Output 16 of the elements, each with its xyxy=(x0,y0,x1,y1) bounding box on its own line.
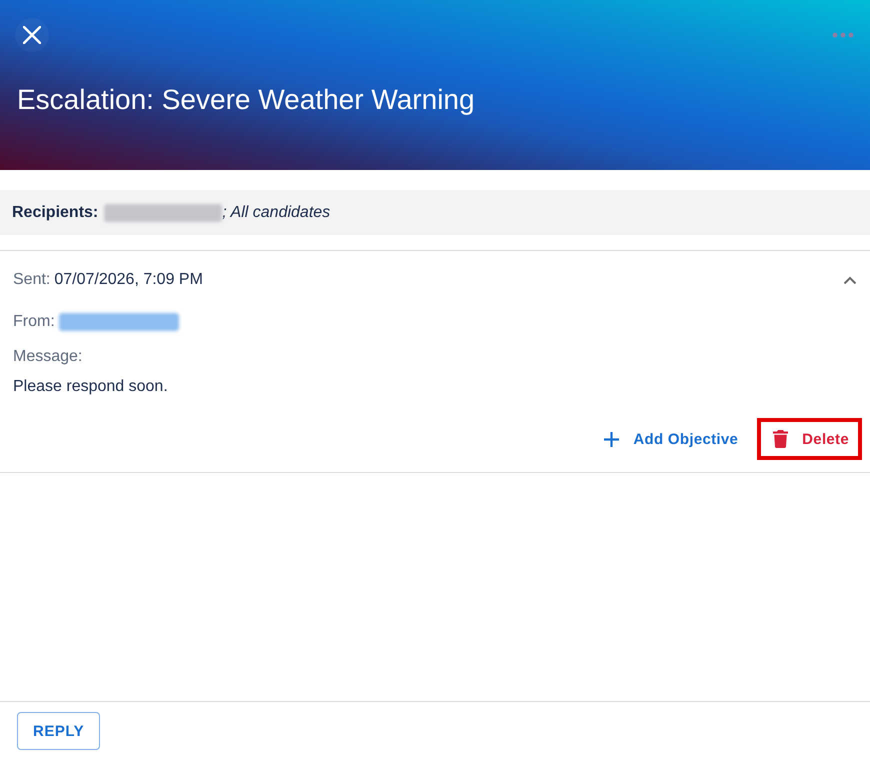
reply-button[interactable]: REPLY xyxy=(17,712,100,750)
message-label: Message: xyxy=(13,348,82,366)
delete-button[interactable]: Delete xyxy=(757,418,862,460)
close-button[interactable] xyxy=(15,18,49,52)
sent-label: Sent: xyxy=(13,271,50,289)
recipients-label: Recipients: xyxy=(12,204,98,222)
dialog-title: Escalation: Severe Weather Warning xyxy=(17,83,476,117)
trash-icon xyxy=(773,430,788,448)
close-icon xyxy=(23,26,41,44)
more-icon xyxy=(832,32,854,38)
message-body: Please respond soon. xyxy=(13,378,168,396)
sent-value: 07/07/2026, 7:09 PM xyxy=(54,271,203,289)
add-objective-button[interactable]: Add Objective xyxy=(596,418,752,460)
plus-icon xyxy=(604,432,620,446)
recipients-text: ; All candidates xyxy=(222,204,330,222)
from-label: From: xyxy=(13,313,55,331)
